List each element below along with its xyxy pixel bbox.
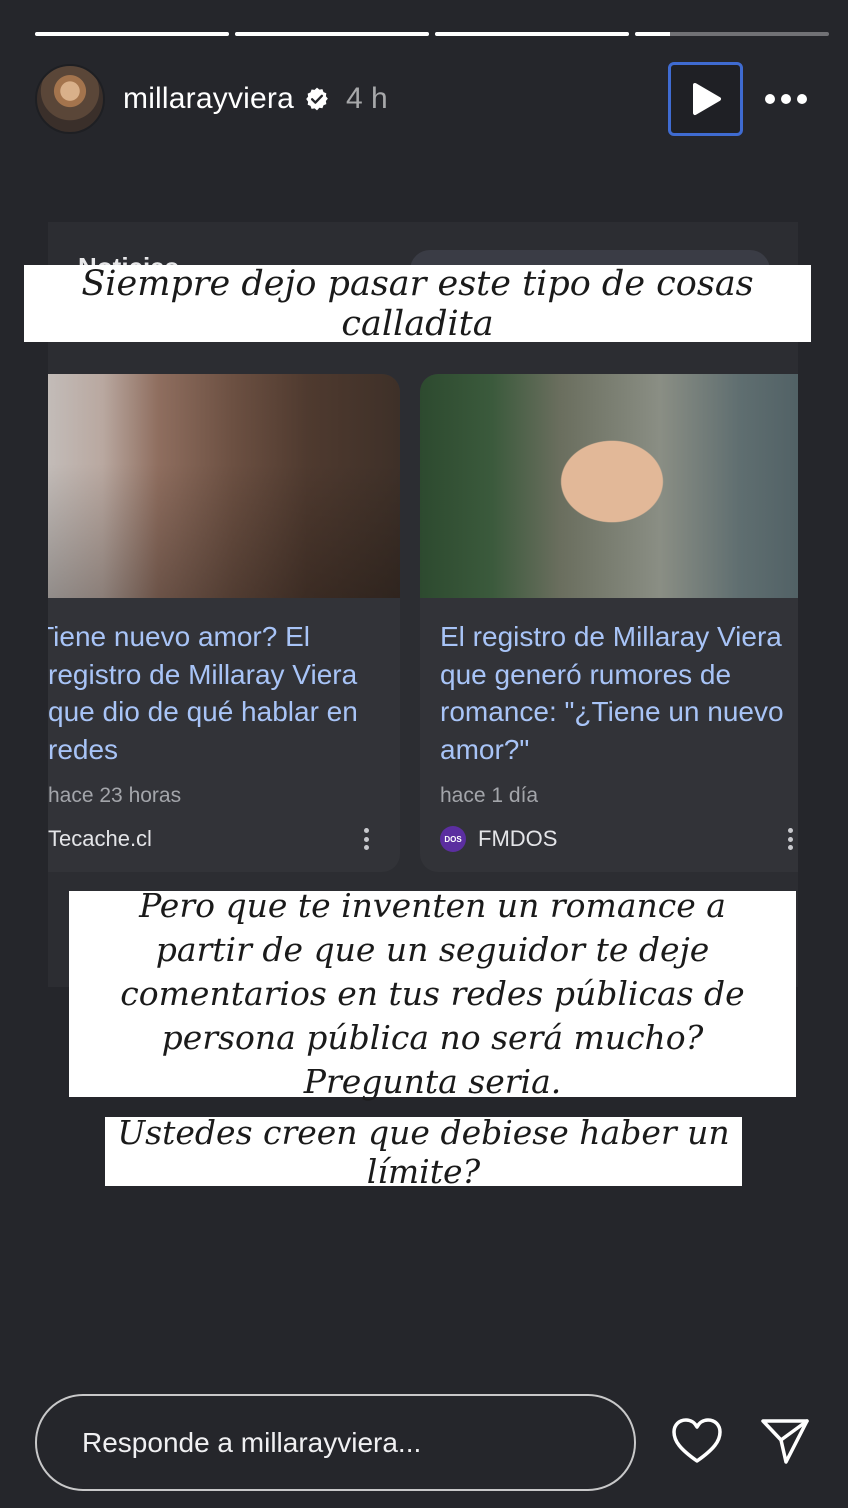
news-timestamp: hace 23 horas — [48, 784, 182, 807]
send-icon[interactable] — [759, 1416, 811, 1466]
progress-segment — [435, 32, 629, 36]
heart-icon[interactable] — [670, 1416, 724, 1466]
avatar[interactable] — [35, 64, 105, 134]
play-icon — [692, 83, 721, 115]
story-header: millarayviera 4 h — [35, 62, 828, 136]
reply-input[interactable]: Responde a millarayviera... — [35, 1394, 636, 1491]
news-source: DOS FMDOS — [440, 826, 557, 852]
play-button[interactable] — [668, 62, 743, 136]
kebab-menu-icon[interactable] — [788, 828, 794, 850]
news-carousel: ¿Tiene nuevo amor? El registro de Millar… — [48, 374, 798, 874]
reply-placeholder: Responde a millarayviera... — [82, 1426, 422, 1458]
source-name: FMDOS — [478, 826, 558, 851]
progress-segment — [635, 32, 829, 36]
caption-bottom: Ustedes creen que debiese haber un límit… — [105, 1113, 742, 1191]
caption-top: Siempre dejo pasar este tipo de cosas ca… — [24, 264, 811, 344]
post-time: 4 h — [345, 82, 388, 115]
more-dots-icon — [765, 94, 775, 104]
news-thumbnail — [48, 374, 400, 598]
progress-segment — [235, 32, 429, 36]
news-timestamp: hace 1 día — [440, 784, 539, 807]
news-thumbnail — [420, 374, 798, 598]
news-source: Tecache.cl — [48, 826, 152, 852]
story-progress — [35, 32, 829, 36]
news-card[interactable]: El registro de Millaray Viera que generó… — [420, 374, 798, 872]
verified-badge-icon — [306, 87, 328, 111]
story-footer: Responde a millarayviera... — [35, 1394, 835, 1491]
progress-segment — [35, 32, 229, 36]
source-logo-icon: DOS — [440, 826, 466, 852]
username[interactable]: millarayviera — [123, 82, 294, 116]
more-options-button[interactable] — [761, 84, 811, 114]
kebab-menu-icon[interactable] — [364, 828, 370, 850]
source-name: Tecache.cl — [48, 826, 152, 851]
caption-middle: Pero que te inventen un romance a partir… — [69, 886, 796, 1101]
news-card[interactable]: ¿Tiene nuevo amor? El registro de Millar… — [48, 374, 400, 872]
news-headline[interactable]: El registro de Millaray Viera que generó… — [440, 618, 798, 768]
news-headline[interactable]: ¿Tiene nuevo amor? El registro de Millar… — [48, 618, 388, 768]
